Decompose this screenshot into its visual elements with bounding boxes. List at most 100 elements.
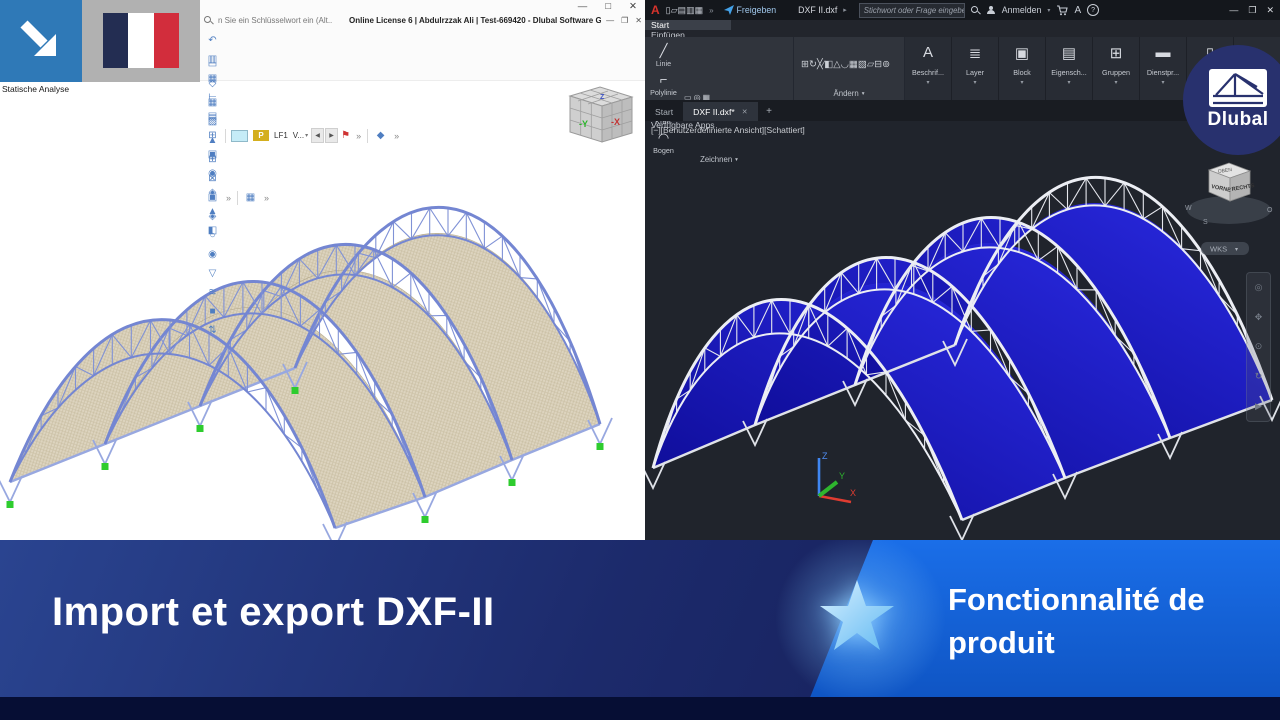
qat-overflow[interactable]: » xyxy=(709,6,713,15)
toolbar-icon[interactable]: ◈ xyxy=(203,207,222,226)
ribbon-big-button[interactable]: ▣ Block ▾ xyxy=(999,37,1046,100)
rfem-window-title: Online License 6 | Abdulrzzak Ali | Test… xyxy=(349,16,601,25)
panel-title-modify[interactable]: Ändern ▾ xyxy=(794,87,904,100)
viewcube[interactable]: W S O OBEN VORNE RECHTS WKS ▾ xyxy=(1179,160,1279,265)
doc-tab-start[interactable]: Start xyxy=(645,102,683,121)
arrow-se-icon xyxy=(17,17,65,65)
toolbar-icon[interactable]: ▽ xyxy=(203,264,222,283)
draw-tool-button[interactable]: ╱ Linie xyxy=(647,39,680,68)
ribbon-big-button[interactable]: ≣ Layer ▾ xyxy=(952,37,999,100)
mdi-restore-button[interactable]: ❐ xyxy=(621,16,628,25)
paper-plane-icon xyxy=(724,5,734,15)
compass-south[interactable]: S xyxy=(1203,219,1208,226)
toolbar-icon[interactable]: ▦ xyxy=(241,188,260,207)
search-icon[interactable] xyxy=(204,16,213,25)
axis-x-label: X xyxy=(850,488,856,498)
toolbar-icon[interactable]: ⇅ xyxy=(203,321,222,340)
modify-tool-button[interactable]: ⊚ xyxy=(882,59,890,70)
chevron-down-icon[interactable]: ▾ xyxy=(973,79,976,86)
share-button[interactable]: Freigeben xyxy=(724,5,777,15)
minimize-button[interactable]: — xyxy=(578,1,588,12)
qat-icon[interactable]: ▥ xyxy=(686,5,695,15)
zoom-icon[interactable]: ⊙ xyxy=(1255,341,1263,352)
window-controls: — □ ✕ xyxy=(578,1,637,12)
orbit-icon[interactable]: ↻ xyxy=(1255,371,1263,382)
rfem-window: Statische Analyse — □ ✕ n Sie ein Schlüs… xyxy=(0,0,645,540)
modify-tool-button[interactable]: ⊞ xyxy=(801,59,809,70)
toolbar-icon[interactable]: ≋ xyxy=(203,283,222,302)
app-store-cart-icon[interactable] xyxy=(1056,5,1068,16)
panel-title-draw[interactable]: Zeichnen ▾ xyxy=(645,155,793,164)
qat-icon[interactable]: ▱ xyxy=(671,5,678,15)
toolbar-icon[interactable]: ↶ xyxy=(203,31,222,50)
chevron-down-icon: ▾ xyxy=(735,157,738,163)
ribbon-big-button[interactable]: A Beschrif... ▾ xyxy=(905,37,952,100)
toolbar-icon[interactable]: ◉ xyxy=(203,245,222,264)
help-icon[interactable]: ? xyxy=(1087,4,1099,16)
toolbar-icon[interactable]: ▣ xyxy=(203,188,222,207)
new-tab-button[interactable]: + xyxy=(762,104,777,119)
close-button[interactable]: ✕ xyxy=(1266,5,1274,16)
modify-tool-button[interactable]: ↻ xyxy=(809,59,817,70)
toolbar-overflow[interactable]: » xyxy=(264,193,269,203)
toolbar-icon[interactable]: ▭ xyxy=(203,55,222,74)
chevron-down-icon[interactable]: ▾ xyxy=(1114,79,1117,86)
ribbon-tab[interactable]: Start xyxy=(645,20,731,30)
toolbar-icon[interactable]: ▨ xyxy=(203,112,222,131)
ribbon-panel-modify: ⊞↻╳∕◧△◡▦▧▱⊟⊚ Ändern ▾ xyxy=(794,37,905,100)
close-tab-icon[interactable]: ✕ xyxy=(742,108,748,116)
chevron-down-icon[interactable]: ▾ xyxy=(926,79,929,86)
ribbon-big-button[interactable]: ⊞ Gruppen ▾ xyxy=(1093,37,1140,100)
minimize-button[interactable]: — xyxy=(1229,5,1238,16)
dlubal-truss-icon xyxy=(1209,69,1267,107)
toolbar-icon[interactable]: ▦ xyxy=(203,93,222,112)
modify-tool-button[interactable]: ▦ xyxy=(849,59,858,70)
big-button-icon: ▬ xyxy=(1156,37,1171,68)
ribbon-big-button[interactable]: ▬ Dienstpr... ▾ xyxy=(1140,37,1187,100)
motion-icon[interactable]: ▶ xyxy=(1255,401,1262,412)
mdi-close-button[interactable]: ✕ xyxy=(635,16,642,25)
compass-east[interactable]: O xyxy=(1267,207,1273,214)
keyword-search-input[interactable]: n Sie ein Schlüsselwort ein (Alt... xyxy=(218,16,332,25)
chevron-down-icon[interactable]: ▾ xyxy=(1067,79,1070,86)
toolbar-overflow[interactable]: » xyxy=(226,193,231,203)
sign-in-button[interactable]: Anmelden xyxy=(1002,5,1042,15)
restore-button[interactable]: ❐ xyxy=(1248,5,1256,16)
draw-tool-button[interactable]: ⌐ Polylinie xyxy=(647,68,680,97)
navigation-bar[interactable]: ◎ ✥ ⊙ ↻ ▶ xyxy=(1246,272,1271,422)
chevron-down-icon[interactable]: ▾ xyxy=(1020,79,1023,86)
wcs-selector[interactable]: WKS xyxy=(1210,245,1227,254)
title-caret[interactable]: ▸ xyxy=(843,6,847,14)
help-search-input[interactable]: Stichwort oder Frage eingeben xyxy=(859,3,965,18)
toolbar-icon[interactable]: ■ xyxy=(203,302,222,321)
tool-icon: ◠ xyxy=(658,130,669,145)
modify-tool-button[interactable]: ⊟ xyxy=(874,59,882,70)
maximize-button[interactable]: □ xyxy=(605,1,611,12)
toolbar-icon[interactable]: ⊠ xyxy=(203,169,222,188)
modify-tool-button[interactable]: ▱ xyxy=(867,59,874,70)
autodesk-a-tool[interactable]: A xyxy=(1074,5,1081,16)
toolbar-icon[interactable]: ▲ xyxy=(203,131,222,150)
toolbar-icon[interactable]: ⊞ xyxy=(203,150,222,169)
qat-icon[interactable]: ▦ xyxy=(695,5,704,15)
chevron-down-icon[interactable]: ▾ xyxy=(1161,79,1164,86)
ribbon-big-button[interactable]: ▤ Eigensch... ▾ xyxy=(1046,37,1093,100)
chevron-down-icon[interactable]: ▾ xyxy=(1047,7,1050,14)
mdi-minimize-button[interactable]: — xyxy=(606,16,614,25)
close-button[interactable]: ✕ xyxy=(629,1,637,12)
ribbon-panel-draw: ╱ Linie ⌐ Polylinie ○ Kreis ◠ Bogen xyxy=(645,37,794,100)
modify-tool-button[interactable]: △ xyxy=(833,59,840,70)
search-icon[interactable] xyxy=(971,6,980,15)
autocad-app-icon[interactable]: A xyxy=(651,3,660,17)
steering-wheel-icon[interactable]: ◎ xyxy=(1255,282,1263,293)
modify-tool-button[interactable]: ▧ xyxy=(858,59,867,70)
toolbar-icon[interactable]: ◇ xyxy=(203,74,222,93)
doc-tab-active[interactable]: DXF II.dxf* ✕ xyxy=(683,102,757,121)
qat-icon[interactable]: ▤ xyxy=(678,5,687,15)
modify-tool-button[interactable]: ◧ xyxy=(824,59,833,70)
toolbar-icon[interactable]: ○ xyxy=(203,226,222,245)
pan-icon[interactable]: ✥ xyxy=(1255,312,1263,323)
compass-west[interactable]: W xyxy=(1185,205,1192,212)
draw-tool-button[interactable]: ◠ Bogen xyxy=(647,126,680,155)
modify-tool-button[interactable]: ◡ xyxy=(841,59,849,70)
